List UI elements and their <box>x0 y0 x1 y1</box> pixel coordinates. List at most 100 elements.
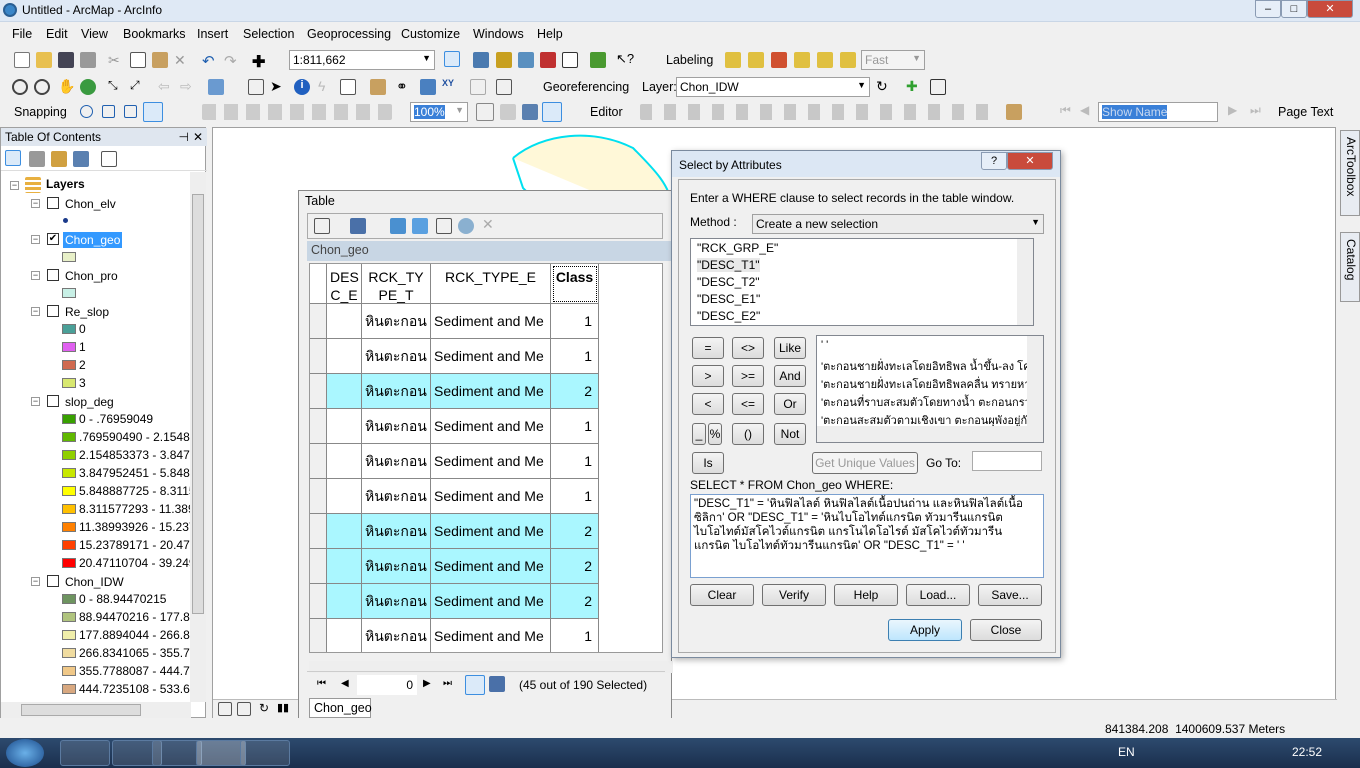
list-by-drawing-order-icon[interactable] <box>5 150 21 166</box>
cell-class[interactable]: 2 <box>551 374 599 409</box>
cell-rck-type-t[interactable]: หินตะกอน <box>362 409 431 444</box>
operator-is-button[interactable]: Is <box>692 452 724 474</box>
zoom-out-icon[interactable] <box>34 79 50 95</box>
unique-values-list[interactable]: ' ' 'ตะกอนชายฝั่งทะเลโดยอิทธิพล น้ำขึ้น-ล… <box>816 335 1044 443</box>
layer-name[interactable]: Chon_pro <box>63 268 120 284</box>
lock-labels-icon[interactable] <box>794 52 810 68</box>
magnifier-icon[interactable] <box>496 79 512 95</box>
operator-less-than-button[interactable]: < <box>692 393 724 415</box>
print-icon[interactable] <box>80 52 96 68</box>
label-weight-icon[interactable] <box>771 52 787 68</box>
last-page-icon[interactable]: ⏭ <box>1250 103 1266 119</box>
row-selector[interactable] <box>310 479 327 514</box>
forward-extent-icon[interactable]: ⇨ <box>180 78 196 94</box>
collapse-icon[interactable]: − <box>31 235 40 244</box>
first-record-icon[interactable]: ⏮ <box>317 678 326 689</box>
cell-class[interactable]: 2 <box>551 549 599 584</box>
label-quality-combo[interactable]: Fast ▼ <box>861 50 925 70</box>
layer-checkbox[interactable] <box>47 269 59 281</box>
operator-greater-than-button[interactable]: > <box>692 365 724 387</box>
maximize-button[interactable]: □ <box>1281 0 1307 18</box>
editor-toolbar-icon[interactable] <box>444 51 460 67</box>
switch-selection-icon[interactable] <box>412 218 428 234</box>
toc-horizontal-scrollbar[interactable] <box>1 702 191 718</box>
minimize-button[interactable]: – <box>1255 0 1281 18</box>
link-table-icon[interactable] <box>930 79 946 95</box>
layer-checkbox[interactable]: ✔ <box>47 233 59 245</box>
select-elements-icon[interactable]: ➤ <box>270 78 286 94</box>
toc-vertical-scrollbar[interactable] <box>190 172 206 702</box>
find-icon[interactable]: ⚭ <box>396 78 412 94</box>
cell-rck-type-e[interactable]: Sediment and Me <box>431 584 551 619</box>
identify-icon[interactable]: i <box>294 79 310 95</box>
related-tables-icon[interactable] <box>350 218 366 234</box>
edge-snapping-icon[interactable] <box>143 102 163 122</box>
cell-rck-type-e[interactable]: Sediment and Me <box>431 619 551 652</box>
values-vertical-scrollbar[interactable] <box>1027 336 1043 426</box>
list-by-selection-icon[interactable] <box>73 151 89 167</box>
map-scale-combo[interactable]: 1:811,662 ▼ <box>289 50 435 70</box>
delete-icon[interactable]: ✕ <box>174 52 190 68</box>
table-options-icon[interactable] <box>314 218 330 234</box>
new-document-icon[interactable] <box>14 52 30 68</box>
cell-desc-e[interactable] <box>327 444 362 479</box>
cell-rck-type-e[interactable]: Sediment and Me <box>431 374 551 409</box>
select-by-attributes-icon[interactable] <box>390 218 406 234</box>
field-item[interactable]: "DESC_T1" <box>697 258 760 272</box>
cell-rck-type-t[interactable]: หินตะกอน <box>362 549 431 584</box>
menu-customize[interactable]: Customize <box>401 27 460 41</box>
find-route-icon[interactable] <box>420 79 436 95</box>
close-dialog-button[interactable]: Close <box>970 619 1042 641</box>
operator-not-button[interactable]: Not <box>774 423 806 445</box>
cell-desc-e[interactable] <box>327 514 362 549</box>
dialog-help-button[interactable]: ? <box>981 152 1007 170</box>
editor-tools-icon[interactable] <box>640 104 990 120</box>
close-button[interactable]: ✕ <box>1307 0 1353 18</box>
zoom-in-icon[interactable] <box>12 79 28 95</box>
collapse-icon[interactable]: − <box>10 181 19 190</box>
show-selected-records-icon[interactable] <box>489 676 505 692</box>
measure-icon[interactable] <box>370 79 386 95</box>
editor-menu[interactable]: Editor <box>590 105 623 119</box>
cell-rck-type-t[interactable]: หินตะกอน <box>362 304 431 339</box>
cell-rck-type-t[interactable]: หินตะกอน <box>362 444 431 479</box>
clock[interactable]: 22:52 <box>1292 745 1322 759</box>
method-select[interactable]: Create a new selection ▼ <box>752 214 1044 234</box>
layer-name[interactable]: Chon_IDW <box>63 574 126 590</box>
pause-labeling-icon[interactable] <box>817 52 833 68</box>
add-data-icon[interactable]: ✚ <box>252 52 268 71</box>
row-selector[interactable] <box>310 339 327 374</box>
operator-underscore-button[interactable]: _ <box>692 423 706 445</box>
georeferencing-menu[interactable]: Georeferencing <box>543 80 629 94</box>
record-number-input[interactable]: 0 <box>357 675 417 695</box>
copy-icon[interactable] <box>130 52 146 68</box>
cell-rck-type-t[interactable]: หินตะกอน <box>362 514 431 549</box>
apply-button[interactable]: Apply <box>888 619 962 641</box>
menu-insert[interactable]: Insert <box>197 27 228 41</box>
back-extent-icon[interactable]: ⇦ <box>158 78 174 94</box>
taskbar-explorer-icon[interactable] <box>152 740 202 766</box>
menu-file[interactable]: File <box>12 27 32 41</box>
help-button[interactable]: Help <box>834 584 898 606</box>
fields-scrollbar[interactable] <box>1017 239 1033 325</box>
vertex-snapping-icon[interactable] <box>124 105 137 118</box>
refresh-icon[interactable]: ↻ <box>259 701 275 717</box>
verify-button[interactable]: Verify <box>762 584 826 606</box>
previous-page-icon[interactable]: ◀ <box>1080 103 1096 119</box>
options-icon[interactable] <box>101 151 117 167</box>
operator-percent-button[interactable]: % <box>708 423 722 445</box>
cell-rck-type-t[interactable]: หินตะกอน <box>362 479 431 514</box>
layer-name[interactable]: Re_slop <box>63 304 111 320</box>
table-of-contents-icon[interactable] <box>473 52 489 68</box>
layer-name[interactable]: Chon_geo <box>63 232 123 248</box>
data-driven-setup-icon[interactable] <box>1006 104 1022 120</box>
start-button[interactable] <box>6 739 44 767</box>
fixed-zoom-in-icon[interactable]: ⤡ <box>108 78 124 94</box>
cell-rck-type-e[interactable]: Sediment and Me <box>431 409 551 444</box>
arctoolbox-icon[interactable] <box>540 52 556 68</box>
operator-or-button[interactable]: Or <box>774 393 806 415</box>
page-text-menu[interactable]: Page Text <box>1278 105 1333 119</box>
cell-desc-e[interactable] <box>327 339 362 374</box>
column-header-rck-type-t[interactable]: RCK_TY PE_T <box>362 264 431 304</box>
row-selector[interactable] <box>310 409 327 444</box>
